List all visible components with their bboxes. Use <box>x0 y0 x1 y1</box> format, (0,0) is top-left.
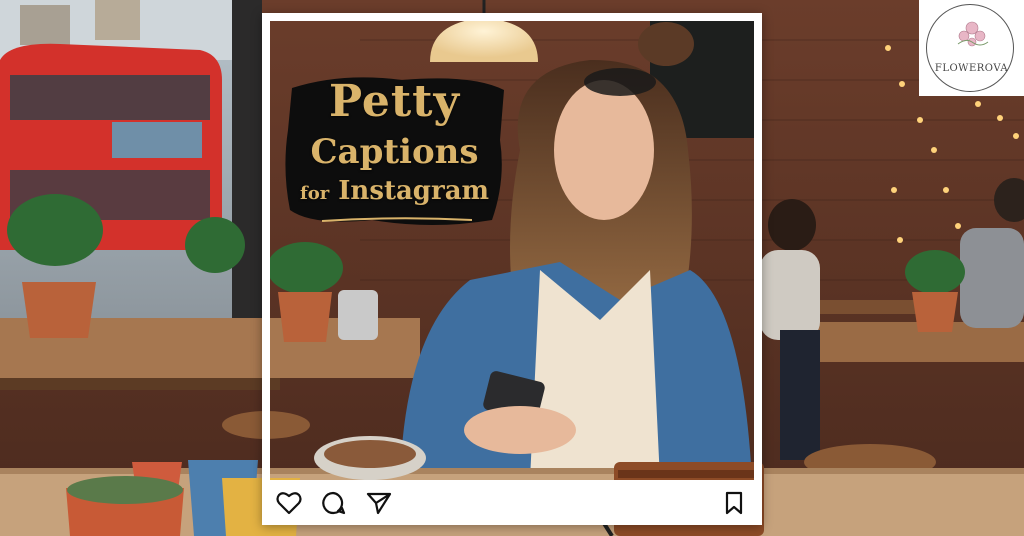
headline-for: for <box>299 183 330 204</box>
headline-line-1: Petty <box>328 76 461 127</box>
title-underline-flourish <box>322 217 472 222</box>
headline-instagram: Instagram <box>338 176 490 206</box>
headline-block: Petty Captions for Instagram <box>282 70 507 228</box>
brand-logo: FLOWEROVA <box>919 0 1024 96</box>
bookmark-icon[interactable] <box>724 491 744 515</box>
headline-line-3: for Instagram <box>282 176 507 206</box>
send-icon[interactable] <box>366 491 392 515</box>
post-action-bar <box>262 480 762 525</box>
flower-icon <box>957 21 989 47</box>
logo-text: FLOWEROVA <box>934 63 1009 74</box>
headline-line-2: Captions <box>310 132 479 172</box>
comment-icon[interactable] <box>320 491 346 515</box>
heart-icon[interactable] <box>276 491 302 515</box>
